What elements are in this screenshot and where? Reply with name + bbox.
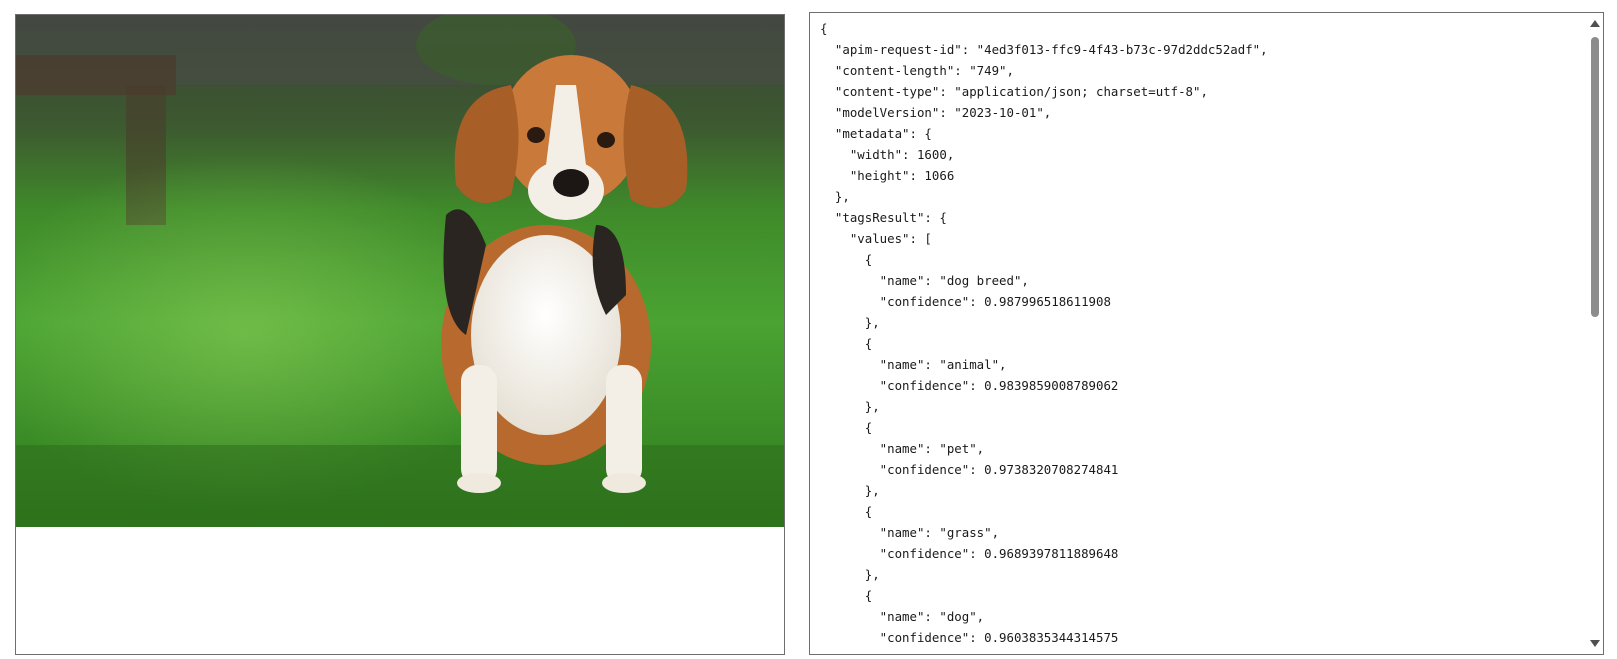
json-line: }, bbox=[820, 399, 880, 414]
scrollbar-thumb[interactable] bbox=[1591, 37, 1599, 317]
json-output-panel[interactable]: { "apim-request-id": "4ed3f013-ffc9-4f43… bbox=[809, 12, 1604, 655]
json-line: "metadata": { bbox=[820, 126, 932, 141]
json-line: "confidence": 0.9839859008789062 bbox=[820, 378, 1119, 393]
json-line: "apim-request-id": "4ed3f013-ffc9-4f43-b… bbox=[820, 42, 1268, 57]
json-line: "name": "dog breed", bbox=[820, 273, 1029, 288]
json-line: }, bbox=[820, 567, 880, 582]
chevron-down-icon[interactable] bbox=[1590, 640, 1600, 647]
json-line: "name": "animal", bbox=[820, 357, 1007, 372]
json-line: { bbox=[820, 252, 873, 267]
json-line: }, bbox=[820, 483, 880, 498]
json-line: "content-length": "749", bbox=[820, 63, 1014, 78]
json-line: "confidence": 0.9603835344314575 bbox=[820, 630, 1119, 645]
json-response-text: { "apim-request-id": "4ed3f013-ffc9-4f43… bbox=[820, 18, 1581, 654]
json-line: "name": "pet", bbox=[820, 441, 985, 456]
json-line: "width": 1600, bbox=[820, 147, 955, 162]
json-line: "tagsResult": { bbox=[820, 210, 947, 225]
json-line: "content-type": "application/json; chars… bbox=[820, 84, 1208, 99]
dog-photo bbox=[16, 15, 784, 527]
json-line: { bbox=[820, 21, 828, 36]
json-line: "confidence": 0.9689397811889648 bbox=[820, 546, 1119, 561]
json-line: "height": 1066 bbox=[820, 168, 955, 183]
json-line: "values": [ bbox=[820, 231, 932, 246]
json-line: "confidence": 0.9738320708274841 bbox=[820, 462, 1119, 477]
chevron-up-icon[interactable] bbox=[1590, 20, 1600, 27]
json-line: }, bbox=[820, 315, 880, 330]
json-line: "name": "grass", bbox=[820, 525, 1000, 540]
image-preview-panel bbox=[15, 14, 785, 655]
json-line: "modelVersion": "2023-10-01", bbox=[820, 105, 1052, 120]
json-line: { bbox=[820, 420, 873, 435]
json-line: "name": "dog", bbox=[820, 609, 985, 624]
json-line: { bbox=[820, 588, 873, 603]
json-line: { bbox=[820, 504, 873, 519]
json-line: { bbox=[820, 336, 873, 351]
json-line: "confidence": 0.987996518611908 bbox=[820, 294, 1111, 309]
json-line: }, bbox=[820, 189, 850, 204]
vertical-scrollbar[interactable] bbox=[1586, 13, 1603, 654]
